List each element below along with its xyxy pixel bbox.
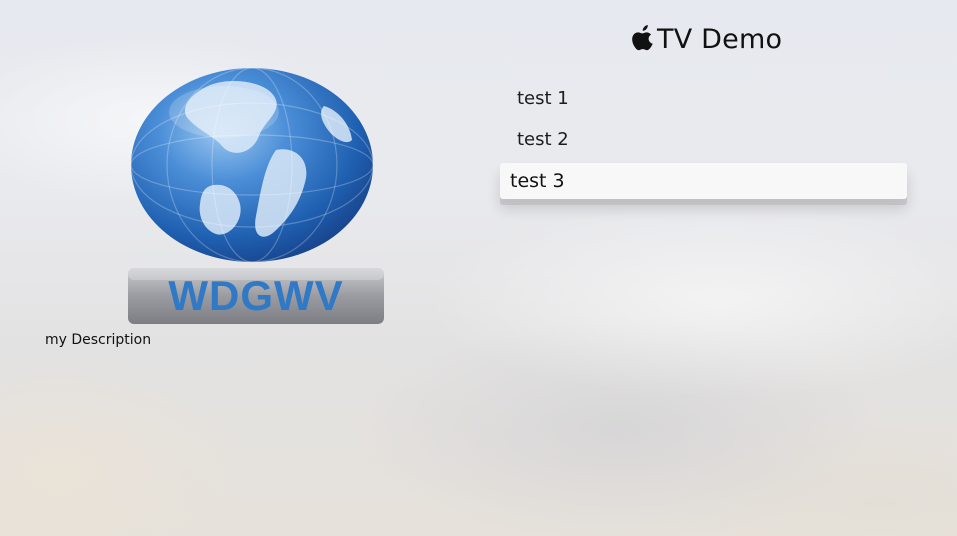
wdgwv-logo: WDGWV <box>124 66 388 328</box>
menu-item-test-1[interactable]: test 1 <box>500 78 907 119</box>
globe-icon <box>131 68 373 262</box>
menu-item-test-3[interactable]: test 3 <box>500 163 907 199</box>
menu-item-label: test 3 <box>510 170 565 192</box>
menu-item-label: test 1 <box>517 88 569 109</box>
page-title: TV Demo <box>632 20 782 58</box>
logo-text: WDGWV <box>168 272 343 319</box>
logo-plate: WDGWV <box>128 268 384 324</box>
apple-icon <box>632 24 653 50</box>
menu-item-test-2[interactable]: test 2 <box>500 119 907 160</box>
title-text: TV Demo <box>657 23 783 55</box>
description-text: my Description <box>45 332 152 348</box>
menu-list: test 1 test 2 test 3 <box>500 78 907 199</box>
menu-item-label: test 2 <box>517 129 569 150</box>
